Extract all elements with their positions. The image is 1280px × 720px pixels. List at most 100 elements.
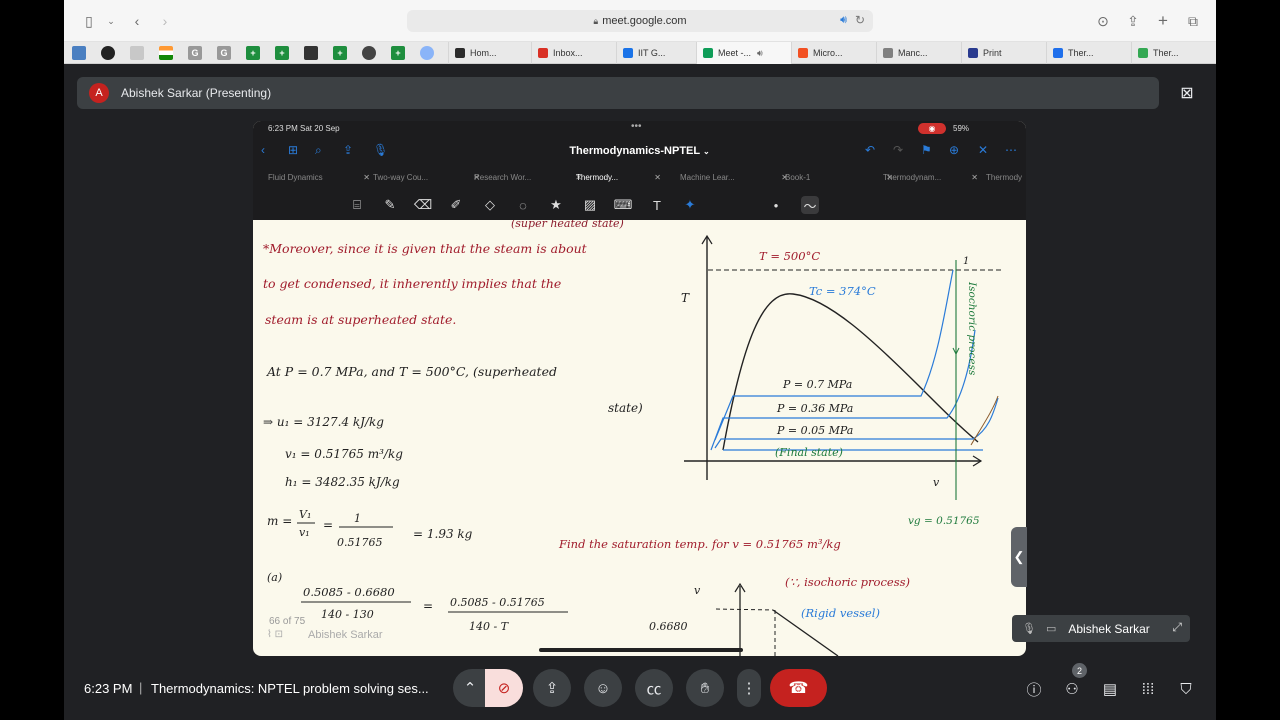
host-controls-icon[interactable]: ⛉	[1174, 677, 1198, 701]
highlighter-icon[interactable]: ✐	[447, 196, 465, 214]
chevron-down-icon[interactable]: ⌄	[100, 10, 122, 32]
doc-tab[interactable]: Thermody	[986, 173, 1026, 182]
separator: |	[139, 680, 143, 695]
doc-tab[interactable]: Book-1 ✕	[785, 173, 893, 182]
people-icon[interactable]: ⚇	[1060, 677, 1084, 701]
openai-icon[interactable]	[362, 45, 376, 60]
browser-tab[interactable]: IIT G...	[616, 42, 696, 64]
stroke-style-icon[interactable]: 〜	[801, 196, 819, 214]
browser-tab[interactable]: Hom...	[448, 42, 531, 64]
info-icon[interactable]: ⓘ	[1022, 677, 1046, 701]
expand-icon[interactable]: ⤢	[1172, 620, 1182, 635]
raise-hand-button[interactable]: ✋︎	[686, 669, 724, 707]
document-title[interactable]: Thermodynamics-NPTEL ⌄	[253, 145, 1026, 157]
eraser-icon[interactable]: ⌫	[414, 196, 432, 214]
camera-off-button[interactable]: ⊘	[485, 669, 523, 707]
presenter-label: Abishek Sarkar (Presenting)	[121, 86, 272, 100]
note-text: 140 - T	[469, 620, 510, 633]
doc-tab[interactable]: Fluid Dynamics ✕	[268, 173, 370, 182]
textbox-icon[interactable]: T	[648, 196, 666, 214]
add-page-icon[interactable]: ⊕	[949, 143, 959, 157]
note-text: v₁	[299, 526, 310, 539]
pen-icon[interactable]: ✎	[381, 196, 399, 214]
doc-tab[interactable]: Two-way Cou... ✕	[373, 173, 480, 182]
forward-icon[interactable]: ›	[154, 10, 176, 32]
close-tab-icon[interactable]: ✕	[971, 173, 978, 182]
tab-favicon-icon	[455, 48, 465, 58]
building-icon[interactable]	[304, 45, 318, 60]
more-icon[interactable]: ⋯	[1005, 143, 1017, 157]
sidebar-icon[interactable]: ▯	[78, 10, 100, 32]
note-text: Isochoric process	[966, 281, 978, 376]
browser-tab[interactable]: Ther...	[1131, 42, 1216, 64]
doc-tab[interactable]: Research Wor... ✕	[474, 173, 582, 182]
plus-icon[interactable]: +	[333, 45, 347, 60]
present-button[interactable]: ⇪	[533, 669, 571, 707]
unpin-icon[interactable]: ⊠	[1176, 82, 1198, 104]
browser-tab[interactable]: Inbox...	[531, 42, 616, 64]
close-icon[interactable]: ✕	[978, 143, 988, 157]
note-text: V₁	[299, 508, 311, 521]
more-options-button[interactable]: ⋮	[737, 669, 761, 707]
dot-size-icon[interactable]: ●	[767, 196, 785, 214]
lasso-icon[interactable]: ◌	[514, 196, 532, 214]
note-text: =	[323, 518, 333, 532]
redo-icon[interactable]: ↷	[893, 143, 903, 157]
captions-button[interactable]: ㏄	[635, 669, 673, 707]
plus-icon[interactable]: +	[246, 45, 260, 60]
undo-icon[interactable]: ↶	[865, 143, 875, 157]
browser-tab[interactable]: Print	[961, 42, 1046, 64]
download-icon[interactable]: ⊙	[1092, 10, 1114, 32]
emoji-button[interactable]: ☺	[584, 669, 622, 707]
camera-options-chevron-icon[interactable]: ⌃	[453, 669, 487, 707]
doc-tab-active[interactable]: Thermody... ✕	[576, 173, 661, 182]
reload-icon[interactable]: ↻	[855, 13, 865, 27]
recording-indicator-icon: ◉	[918, 123, 946, 134]
sticker-icon[interactable]: ★	[547, 196, 565, 214]
more-dots-icon[interactable]: •••	[631, 121, 642, 132]
speaker-icon[interactable]: 🔊︎	[757, 48, 763, 59]
doc-tab-label: Research Wor...	[474, 173, 532, 182]
doc-tab-label: Fluid Dynamics	[268, 173, 323, 182]
doc-icon[interactable]	[130, 45, 144, 60]
collapse-panel-icon[interactable]: ❮	[1011, 527, 1027, 587]
pinned-tab-icon[interactable]	[72, 45, 86, 60]
back-icon[interactable]: ‹	[126, 10, 148, 32]
chat-icon[interactable]: ▤	[1098, 677, 1122, 701]
plus-icon[interactable]: +	[275, 45, 289, 60]
doc-tab[interactable]: Thermodynam... ✕	[883, 173, 978, 182]
note-text: P = 0.36 MPa	[776, 402, 853, 415]
tab-label: Micro...	[813, 48, 843, 58]
g-icon[interactable]: G	[217, 45, 231, 60]
keyboard-icon[interactable]: ⌨	[614, 196, 633, 214]
circle-icon[interactable]	[420, 45, 434, 60]
audio-icon[interactable]: 🔊︎	[840, 14, 847, 27]
browser-tab[interactable]: Ther...	[1046, 42, 1131, 64]
browser-tab[interactable]: Micro...	[791, 42, 876, 64]
self-view-tile[interactable]: 🎙︎ ▭ Abishek Sarkar ⤢	[1012, 615, 1190, 642]
share-icon[interactable]: ⇪	[1122, 10, 1144, 32]
plus-icon[interactable]: +	[391, 45, 405, 60]
tab-overview-icon[interactable]: ⧉	[1182, 10, 1204, 32]
laser-pointer-icon[interactable]: ✦	[681, 196, 699, 214]
bookmark-icon[interactable]: ⚑	[921, 143, 932, 157]
india-flag-icon[interactable]	[159, 45, 173, 60]
github-icon[interactable]	[101, 45, 115, 60]
new-tab-icon[interactable]: +	[1152, 10, 1174, 32]
leave-call-button[interactable]: ☎︎	[770, 669, 827, 707]
close-tab-icon[interactable]: ✕	[654, 173, 661, 182]
activities-icon[interactable]: ⁞⁞⁞	[1136, 677, 1160, 701]
doc-tab-label: Two-way Cou...	[373, 173, 429, 182]
browser-tab[interactable]: Manc...	[876, 42, 961, 64]
note-text: (∵, isochoric process)	[785, 575, 910, 589]
close-tab-icon[interactable]: ✕	[363, 173, 370, 182]
note-text: (a)	[267, 571, 282, 584]
shapes-icon[interactable]: ◇	[481, 196, 499, 214]
ghost-participant-name: Abishek Sarkar	[308, 629, 383, 641]
doc-tab[interactable]: Machine Lear... ✕	[680, 173, 788, 182]
g-icon[interactable]: G	[188, 45, 202, 60]
address-bar[interactable]: 🔒︎ meet.google.com 🔊︎ ↻	[407, 10, 873, 32]
browser-tab-active[interactable]: Meet -... 🔊︎	[696, 42, 791, 64]
text-recognition-icon[interactable]: ⌸	[348, 196, 366, 214]
image-icon[interactable]: ▨	[581, 196, 599, 214]
